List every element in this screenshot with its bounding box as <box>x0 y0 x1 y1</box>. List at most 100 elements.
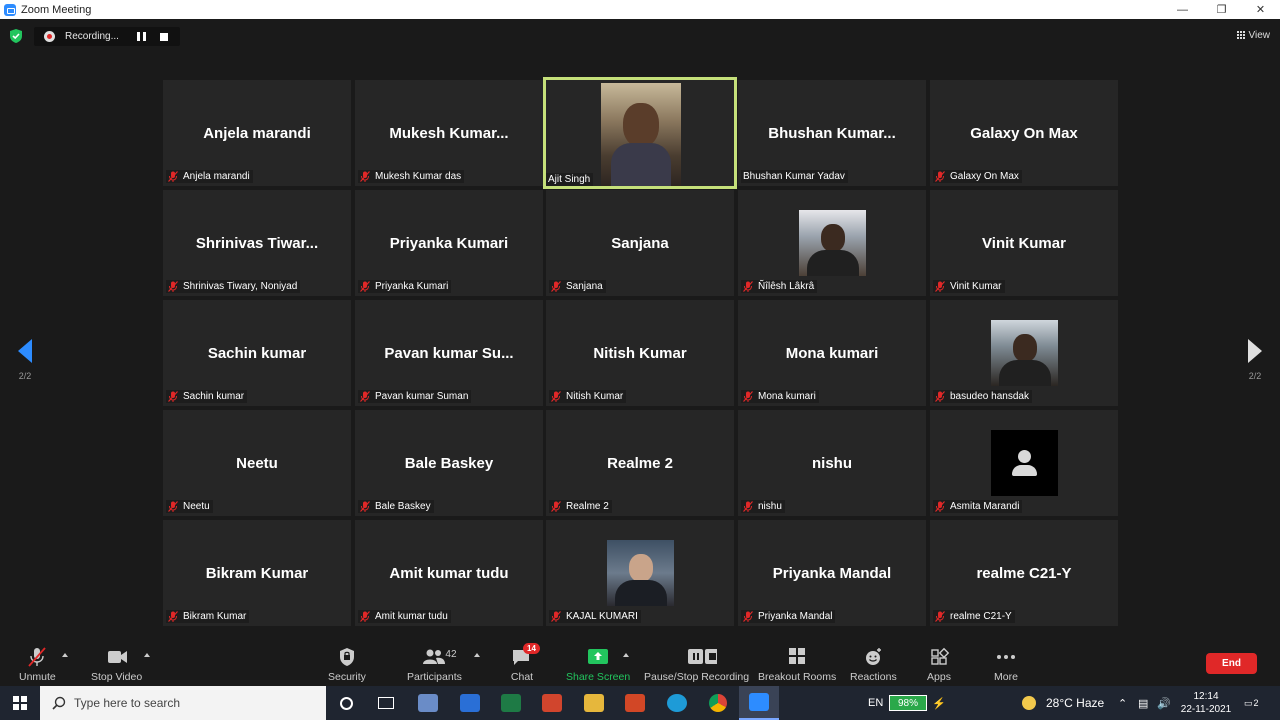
participant-name: Neetu <box>183 501 210 512</box>
participant-name-label: Nitish Kumar <box>549 390 627 403</box>
audio-options-caret-icon[interactable] <box>62 653 68 657</box>
participant-tile[interactable]: nishu nishu <box>738 410 926 516</box>
pause-recording-icon[interactable] <box>137 32 146 41</box>
participants-button[interactable]: 42 Participants <box>407 647 462 685</box>
apps-button[interactable]: Apps <box>926 647 952 685</box>
edge-icon <box>667 694 687 712</box>
participant-tile[interactable]: Neetu Neetu <box>163 410 351 516</box>
participant-name: Anjela marandi <box>183 171 250 182</box>
taskbar-search[interactable]: Type here to search <box>40 686 326 720</box>
weather-text[interactable]: 28°C Haze <box>1046 686 1104 720</box>
taskbar-pdf[interactable] <box>532 686 572 720</box>
task-view-button[interactable] <box>366 686 406 720</box>
taskbar-explorer[interactable] <box>574 686 614 720</box>
muted-mic-icon <box>360 171 370 182</box>
share-screen-button[interactable]: Share Screen <box>566 647 630 685</box>
encryption-shield-icon[interactable] <box>9 28 23 44</box>
muted-mic-icon <box>551 281 561 292</box>
participant-tile[interactable]: Anjela marandi Anjela marandi <box>163 80 351 186</box>
participant-tile[interactable]: Ajit Singh <box>543 77 737 189</box>
apps-icon <box>931 647 950 665</box>
participant-name-label: Sachin kumar <box>166 390 248 403</box>
view-button[interactable]: View <box>1236 27 1270 43</box>
minimize-icon[interactable]: — <box>1163 0 1202 19</box>
participant-tile[interactable]: Bikram Kumar Bikram Kumar <box>163 520 351 626</box>
participant-name-label: nishu <box>741 500 785 513</box>
network-icon[interactable]: ▤ <box>1138 686 1148 720</box>
participant-name-label: realme C21-Y <box>933 610 1015 623</box>
participant-tile[interactable]: Amit kumar tudu Amit kumar tudu <box>355 520 543 626</box>
battery-indicator[interactable]: 98% <box>889 695 927 711</box>
participant-name-label: Amit kumar tudu <box>358 610 451 623</box>
previous-page-button[interactable]: 2/2 <box>10 339 40 381</box>
participants-caret-icon[interactable] <box>474 653 480 657</box>
end-meeting-button[interactable]: End <box>1206 653 1257 674</box>
participant-tile[interactable]: Galaxy On Max Galaxy On Max <box>930 80 1118 186</box>
breakout-rooms-button[interactable]: Breakout Rooms <box>758 647 836 685</box>
taskbar-excel[interactable] <box>491 686 531 720</box>
participant-tile[interactable]: Realme 2 Realme 2 <box>546 410 734 516</box>
participant-tile[interactable]: Sanjana Sanjana <box>546 190 734 296</box>
video-options-caret-icon[interactable] <box>144 653 150 657</box>
reactions-button[interactable]: Reactions <box>850 647 897 685</box>
more-button[interactable]: More <box>993 647 1019 685</box>
participant-name: Asmita Marandi <box>950 501 1020 512</box>
participant-name-label: Realme 2 <box>549 500 612 513</box>
maximize-icon[interactable]: ❐ <box>1202 0 1241 19</box>
unmute-button[interactable]: Unmute <box>19 647 56 685</box>
gallery-grid: Anjela marandi Anjela marandi Mukesh Kumar… <box>163 77 1118 627</box>
stop-video-button[interactable]: Stop Video <box>91 647 142 685</box>
participant-tile[interactable]: Bhushan Kumar... Bhushan Kumar Yadav <box>738 80 926 186</box>
participant-name-label: Galaxy On Max <box>933 170 1022 183</box>
participant-name: Galaxy On Max <box>950 171 1019 182</box>
participant-tile[interactable]: basudeo hansdak <box>930 300 1118 406</box>
participants-label: Participants <box>407 671 462 683</box>
volume-icon[interactable]: 🔊 <box>1157 686 1171 720</box>
security-button[interactable]: Security <box>328 647 366 685</box>
participant-name-label: Neetu <box>166 500 213 513</box>
taskbar-store[interactable] <box>450 686 490 720</box>
next-page-button[interactable]: 2/2 <box>1240 339 1270 381</box>
participant-tile[interactable]: Nitish Kumar Nitish Kumar <box>546 300 734 406</box>
clock[interactable]: 12:14 22-11-2021 <box>1178 688 1234 718</box>
participant-tile[interactable]: Sachin kumar Sachin kumar <box>163 300 351 406</box>
participant-tile[interactable]: Asmita Marandi <box>930 410 1118 516</box>
participant-video <box>601 83 681 186</box>
participant-name-label: Vinit Kumar <box>933 280 1005 293</box>
participant-tile[interactable]: Bale Baskey Bale Baskey <box>355 410 543 516</box>
participant-tile[interactable]: Mukesh Kumar... Mukesh Kumar das <box>355 80 543 186</box>
chat-button[interactable]: 14 Chat <box>509 643 540 685</box>
taskbar-office[interactable] <box>615 686 655 720</box>
cortana-circle-icon <box>339 696 353 710</box>
stop-recording-icon[interactable] <box>160 32 168 41</box>
muted-mic-icon <box>360 391 370 402</box>
chevron-up-icon[interactable]: ⌃ <box>1118 686 1127 720</box>
participant-tile[interactable]: Ñîlêsh Lâkrâ <box>738 190 926 296</box>
participant-tile[interactable]: KAJAL KUMARI <box>546 520 734 626</box>
taskbar-app-1[interactable] <box>408 686 448 720</box>
participant-tile[interactable]: Pavan kumar Su... Pavan kumar Suman <box>355 300 543 406</box>
close-icon[interactable]: ✕ <box>1241 0 1280 19</box>
participant-tile[interactable]: Vinit Kumar Vinit Kumar <box>930 190 1118 296</box>
participant-tile[interactable]: Shrinivas Tiwar... Shrinivas Tiwary, Noni… <box>163 190 351 296</box>
participant-tile[interactable]: Priyanka Kumari Priyanka Kumari <box>355 190 543 296</box>
app-icon-1 <box>418 694 438 712</box>
breakout-rooms-icon <box>789 648 806 664</box>
taskbar-edge[interactable] <box>657 686 697 720</box>
participant-name: Priyanka Kumari <box>375 281 449 292</box>
share-caret-icon[interactable] <box>623 653 629 657</box>
language-indicator[interactable]: EN <box>868 686 883 720</box>
participant-tile[interactable]: Priyanka Mandal Priyanka Mandal <box>738 520 926 626</box>
start-button[interactable] <box>0 686 40 720</box>
store-icon <box>460 694 480 712</box>
pause-stop-icon <box>687 649 717 664</box>
video-camera-icon <box>107 651 127 663</box>
cortana-button[interactable] <box>326 686 366 720</box>
participant-tile[interactable]: realme C21-Y realme C21-Y <box>930 520 1118 626</box>
participant-tile[interactable]: Mona kumari Mona kumari <box>738 300 926 406</box>
taskbar-chrome[interactable] <box>698 686 738 720</box>
notifications-icon[interactable]: ▭ 2 <box>1244 686 1259 720</box>
pause-stop-recording-button[interactable]: Pause/Stop Recording <box>644 647 749 685</box>
search-icon <box>52 696 66 710</box>
taskbar-zoom[interactable] <box>739 686 779 720</box>
